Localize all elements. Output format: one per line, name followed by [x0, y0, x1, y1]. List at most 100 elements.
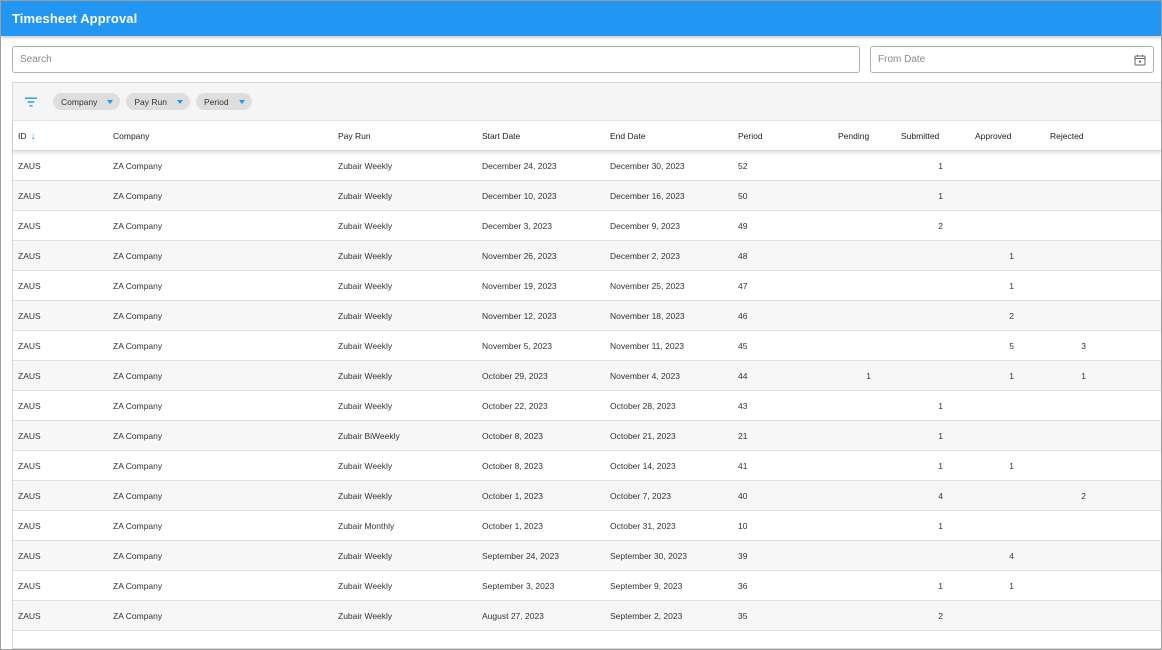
- cell-approved: 5: [1009, 341, 1014, 351]
- cell-submitted: 2: [938, 221, 943, 231]
- column-header-id[interactable]: ID ↓: [18, 121, 36, 151]
- cell-company: ZA Company: [113, 191, 163, 201]
- cell-approved: 2: [1009, 311, 1014, 321]
- cell-start-date: August 27, 2023: [482, 611, 544, 621]
- cell-company: ZA Company: [113, 371, 163, 381]
- cell-submitted: 1: [938, 461, 943, 471]
- cell-id: ZAUS: [18, 521, 41, 531]
- cell-start-date: October 1, 2023: [482, 491, 543, 501]
- cell-start-date: November 26, 2023: [482, 251, 557, 261]
- table-row[interactable]: ZAUS ZA Company Zubair Weekly December 3…: [13, 211, 1161, 241]
- cell-rejected: [1050, 241, 1086, 271]
- cell-start-date: October 1, 2023: [482, 521, 543, 531]
- cell-end-date: December 9, 2023: [610, 221, 680, 231]
- cell-id: ZAUS: [18, 251, 41, 261]
- cell-pay-run: Zubair Weekly: [338, 161, 393, 171]
- cell-submitted: 1: [938, 191, 943, 201]
- column-header-company[interactable]: Company: [113, 121, 149, 151]
- column-header-end-date[interactable]: End Date: [610, 121, 645, 151]
- cell-period: 21: [738, 431, 748, 441]
- table-row[interactable]: ZAUS ZA Company Zubair Weekly October 22…: [13, 391, 1161, 421]
- cell-company: ZA Company: [113, 551, 163, 561]
- cell-period: 48: [738, 251, 748, 261]
- column-header-start-date[interactable]: Start Date: [482, 121, 520, 151]
- from-date-field[interactable]: [870, 46, 1154, 73]
- cell-id: ZAUS: [18, 581, 41, 591]
- column-header-approved[interactable]: Approved: [975, 121, 1011, 151]
- cell-pay-run: Zubair Monthly: [338, 521, 395, 531]
- cell-rejected: [1050, 571, 1086, 601]
- table-row[interactable]: ZAUS ZA Company Zubair Weekly December 2…: [13, 151, 1161, 181]
- cell-submitted: 1: [938, 161, 943, 171]
- cell-pay-run: Zubair Weekly: [338, 401, 393, 411]
- column-header-pay-run[interactable]: Pay Run: [338, 121, 371, 151]
- cell-id: ZAUS: [18, 401, 41, 411]
- search-input[interactable]: [20, 54, 859, 65]
- cell-submitted: 4: [938, 491, 943, 501]
- cell-company: ZA Company: [113, 161, 163, 171]
- table-row[interactable]: ZAUS ZA Company Zubair Weekly August 27,…: [13, 601, 1161, 631]
- cell-period: 40: [738, 491, 748, 501]
- calendar-icon[interactable]: [1133, 53, 1147, 67]
- cell-approved: 1: [1009, 281, 1014, 291]
- cell-end-date: October 14, 2023: [610, 461, 676, 471]
- company-filter-chip[interactable]: Company: [53, 93, 121, 110]
- table-row[interactable]: ZAUS ZA Company Zubair Weekly September …: [13, 571, 1161, 601]
- chevron-down-icon: [107, 99, 114, 104]
- cell-company: ZA Company: [113, 581, 163, 591]
- table-row[interactable]: ZAUS ZA Company Zubair BiWeekly October …: [13, 421, 1161, 451]
- cell-rejected: [1050, 301, 1086, 331]
- cell-pay-run: Zubair Weekly: [338, 491, 393, 501]
- table-row[interactable]: ZAUS ZA Company Zubair Weekly October 1,…: [13, 481, 1161, 511]
- chip-label: Company: [61, 96, 98, 107]
- cell-company: ZA Company: [113, 401, 163, 411]
- cell-start-date: September 3, 2023: [482, 581, 555, 591]
- from-date-input[interactable]: [878, 54, 1133, 65]
- column-header-submitted[interactable]: Submitted: [901, 121, 939, 151]
- table-row[interactable]: ZAUS ZA Company Zubair Weekly November 2…: [13, 241, 1161, 271]
- cell-start-date: September 24, 2023: [482, 551, 560, 561]
- cell-end-date: November 4, 2023: [610, 371, 680, 381]
- cell-submitted: 1: [938, 581, 943, 591]
- table-row[interactable]: ZAUS ZA Company Zubair Weekly November 1…: [13, 301, 1161, 331]
- search-field[interactable]: [12, 46, 860, 73]
- filter-icon[interactable]: [23, 94, 39, 110]
- filters-row: [12, 46, 1154, 73]
- cell-pay-run: Zubair Weekly: [338, 281, 393, 291]
- column-header-rejected[interactable]: Rejected: [1050, 121, 1084, 151]
- table-row[interactable]: ZAUS ZA Company Zubair Weekly October 29…: [13, 361, 1161, 391]
- cell-company: ZA Company: [113, 311, 163, 321]
- cell-end-date: September 9, 2023: [610, 581, 683, 591]
- cell-period: 39: [738, 551, 748, 561]
- cell-end-date: October 7, 2023: [610, 491, 671, 501]
- cell-pay-run: Zubair Weekly: [338, 611, 393, 621]
- cell-id: ZAUS: [18, 221, 41, 231]
- cell-pending: [838, 601, 871, 631]
- table-row[interactable]: ZAUS ZA Company Zubair Weekly September …: [13, 541, 1161, 571]
- column-header-pending[interactable]: Pending: [838, 121, 869, 151]
- table-row[interactable]: ZAUS ZA Company Zubair Monthly October 1…: [13, 511, 1161, 541]
- table-row[interactable]: ZAUS ZA Company Zubair Weekly December 1…: [13, 181, 1161, 211]
- cell-pay-run: Zubair Weekly: [338, 341, 393, 351]
- table-row[interactable]: ZAUS ZA Company Zubair Weekly November 1…: [13, 271, 1161, 301]
- cell-period: 47: [738, 281, 748, 291]
- cell-submitted: 1: [938, 431, 943, 441]
- cell-company: ZA Company: [113, 281, 163, 291]
- table-row[interactable]: ZAUS ZA Company Zubair Weekly October 8,…: [13, 451, 1161, 481]
- cell-period: 41: [738, 461, 748, 471]
- column-header-period[interactable]: Period: [738, 121, 763, 151]
- pay-run-filter-chip[interactable]: Pay Run: [126, 93, 190, 110]
- table-row[interactable]: ZAUS ZA Company Zubair Weekly November 5…: [13, 331, 1161, 361]
- period-filter-chip[interactable]: Period: [196, 93, 252, 110]
- cell-company: ZA Company: [113, 521, 163, 531]
- cell-submitted: [901, 361, 943, 391]
- table-body: ZAUS ZA Company Zubair Weekly December 2…: [13, 151, 1161, 631]
- cell-pay-run: Zubair Weekly: [338, 311, 393, 321]
- cell-id: ZAUS: [18, 281, 41, 291]
- cell-submitted: [901, 331, 943, 361]
- cell-pending: [838, 481, 871, 511]
- page-title: Timesheet Approval: [12, 11, 138, 26]
- cell-rejected: [1050, 541, 1086, 571]
- cell-pending: [838, 391, 871, 421]
- column-header-label: Pay Run: [338, 131, 371, 141]
